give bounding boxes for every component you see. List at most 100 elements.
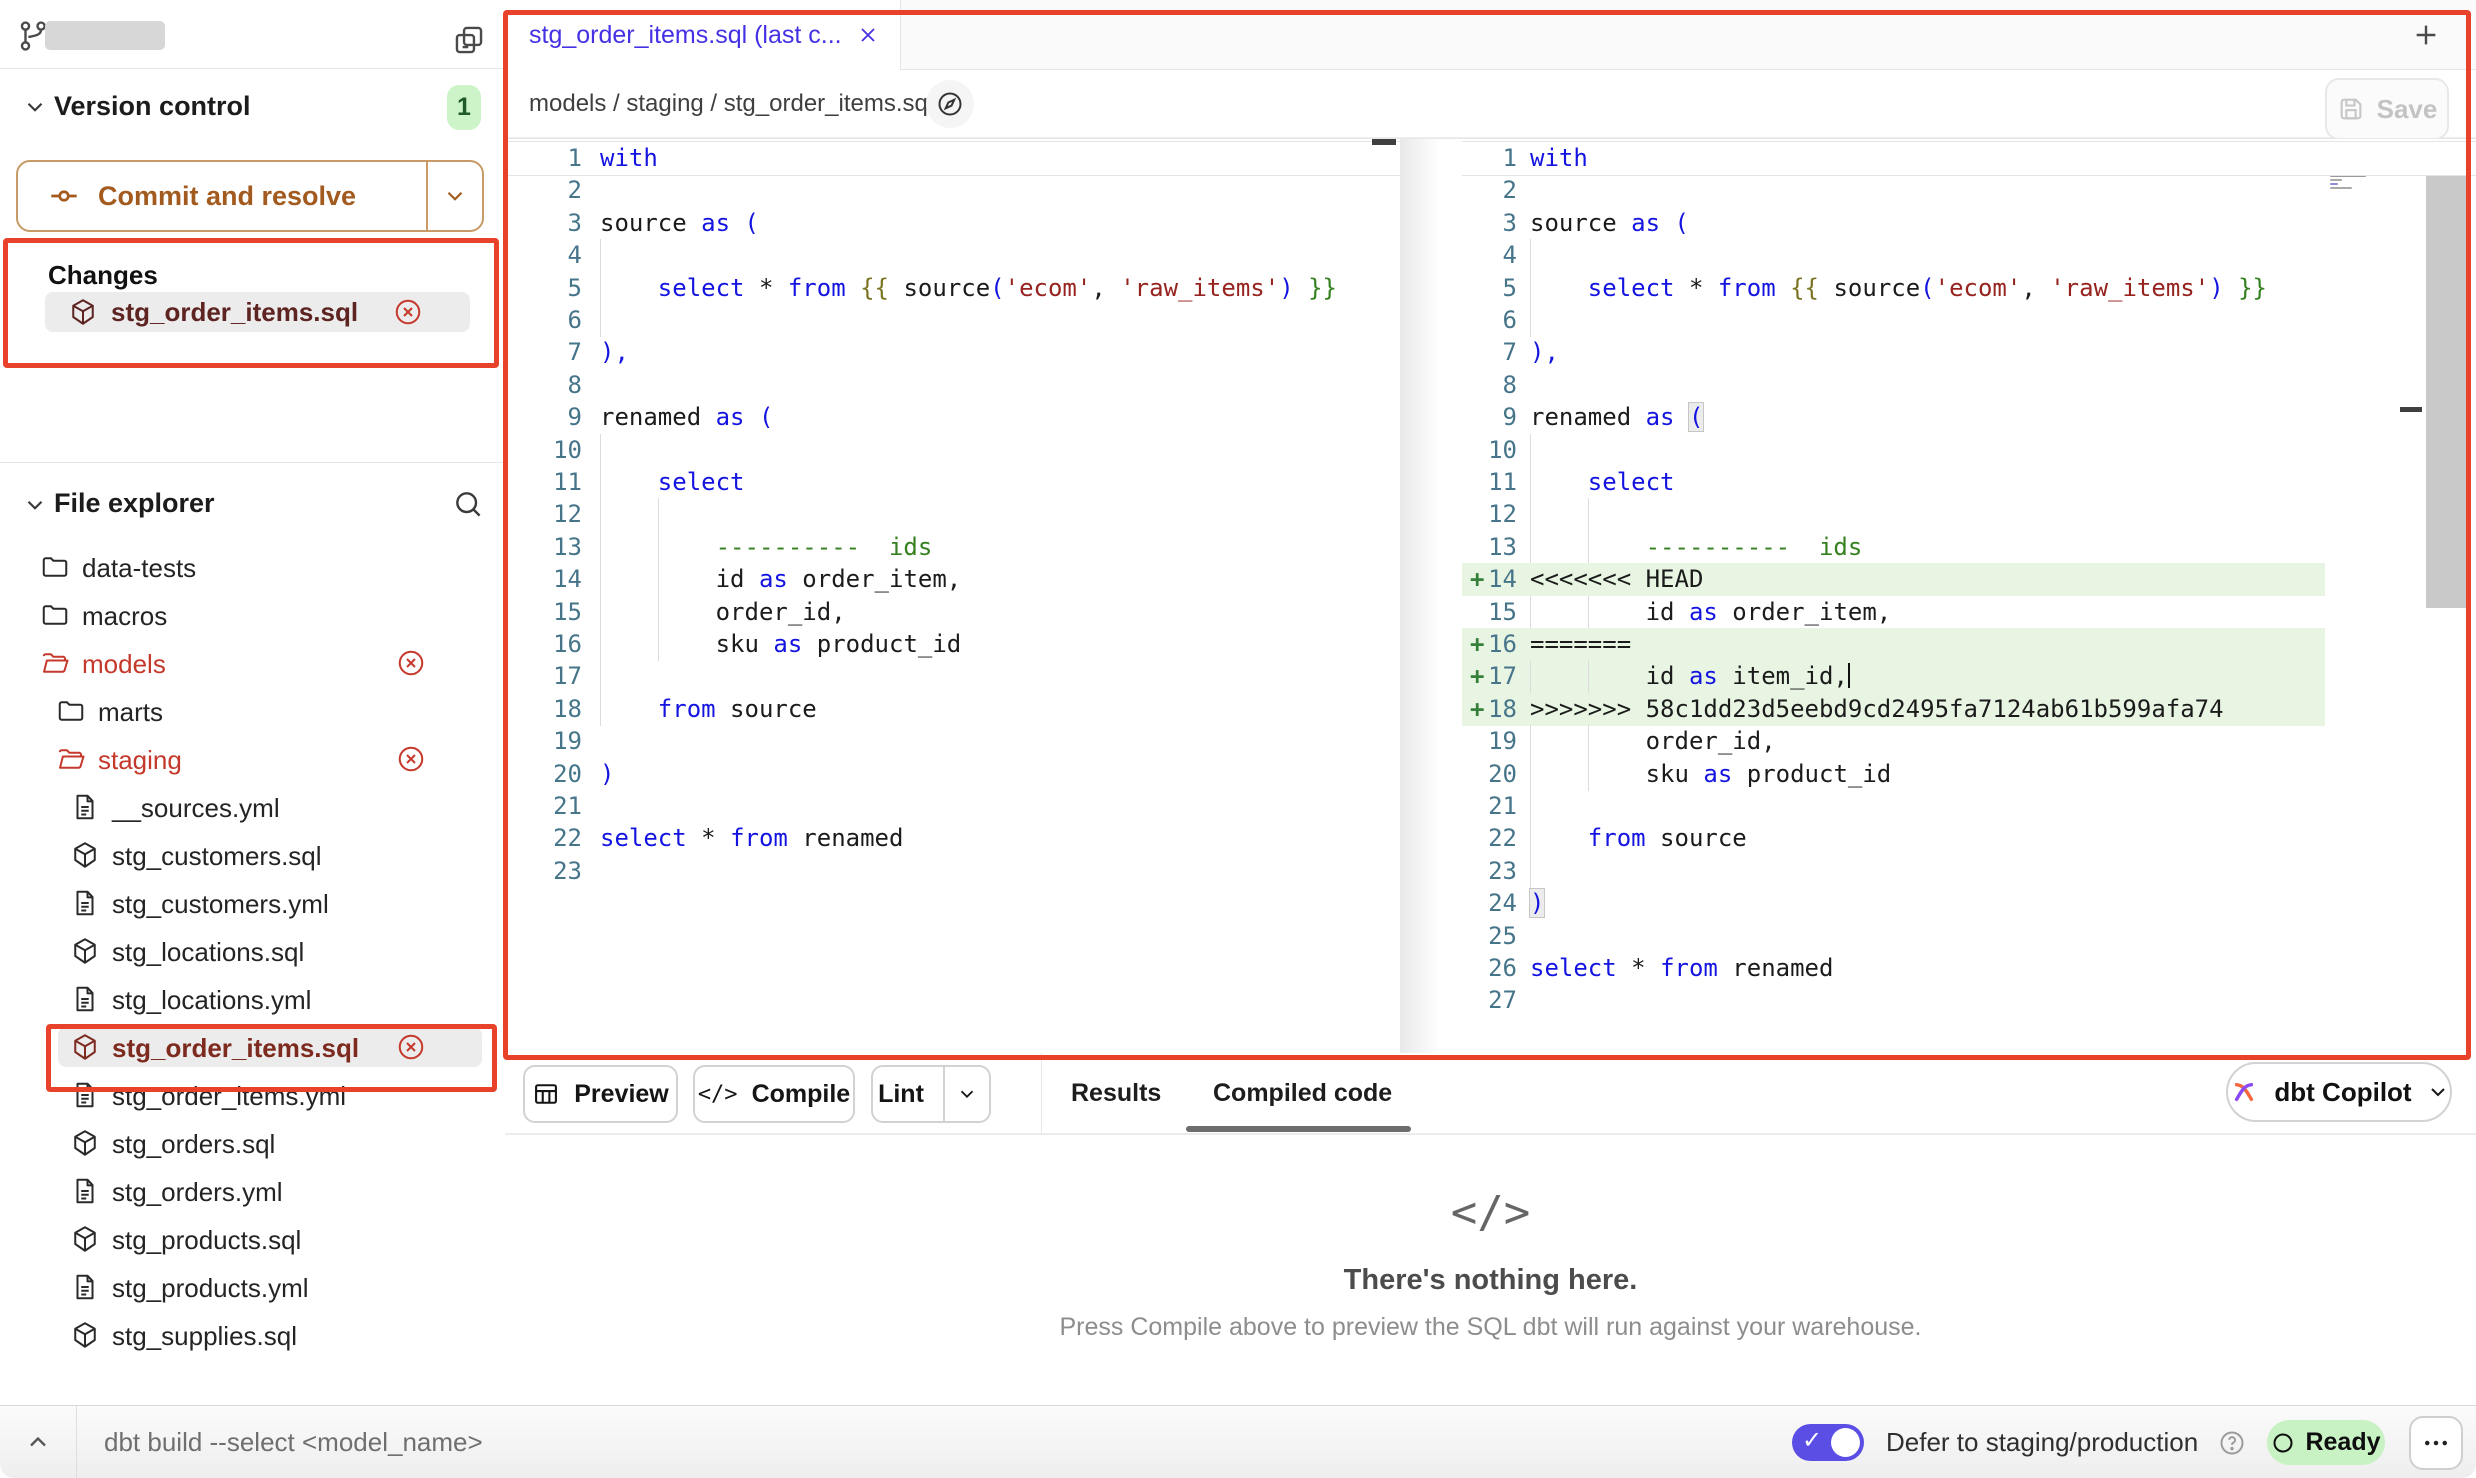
- commit-and-resolve-button[interactable]: Commit and resolve: [16, 160, 484, 232]
- file-item-stg_customers.yml[interactable]: stg_customers.yml: [0, 879, 505, 927]
- code-line-5[interactable]: 5 select * from {{ source('ecom', 'raw_i…: [505, 272, 1400, 305]
- code-line-12[interactable]: 12: [505, 498, 1400, 531]
- tab-close-icon[interactable]: [856, 23, 880, 47]
- code-line-7[interactable]: 7),: [1462, 336, 2476, 369]
- copy-icon[interactable]: [452, 23, 486, 57]
- code-line-8[interactable]: 8: [1462, 369, 2476, 402]
- lint-options-caret[interactable]: [943, 1067, 989, 1121]
- code-line-10[interactable]: 10: [505, 434, 1400, 467]
- file-item-stg_orders.sql[interactable]: stg_orders.sql: [0, 1119, 505, 1167]
- save-button[interactable]: Save: [2325, 78, 2449, 140]
- commit-options-caret[interactable]: [426, 162, 482, 230]
- file-item-data-tests[interactable]: data-tests: [0, 543, 505, 591]
- code-line-22[interactable]: 22 from source: [1462, 822, 2476, 855]
- code-line-15[interactable]: 15 id as order_item,: [1462, 596, 2476, 629]
- discard-change-icon[interactable]: [396, 744, 426, 774]
- discard-change-icon[interactable]: [396, 1032, 426, 1062]
- code-line-3[interactable]: 3source as (: [505, 207, 1400, 240]
- tab-compiled-code[interactable]: Compiled code: [1213, 1053, 1392, 1133]
- lineage-compass-icon[interactable]: [926, 80, 974, 128]
- code-line-20[interactable]: 20 sku as product_id: [1462, 758, 2476, 791]
- code-line-7[interactable]: 7),: [505, 336, 1400, 369]
- discard-change-icon[interactable]: [393, 297, 423, 327]
- file-item-models[interactable]: models: [0, 639, 505, 687]
- code-line-12[interactable]: 12: [1462, 498, 2476, 531]
- code-line-22[interactable]: 22select * from renamed: [505, 822, 1400, 855]
- commit-and-resolve-main[interactable]: Commit and resolve: [18, 162, 426, 230]
- more-options-button[interactable]: [2409, 1416, 2463, 1470]
- code-line-8[interactable]: 8: [505, 369, 1400, 402]
- code-line-27[interactable]: 27: [1462, 984, 2476, 1017]
- tab-stg-order-items[interactable]: stg_order_items.sql (last c...: [505, 0, 901, 70]
- file-item-stg_supplies.sql[interactable]: stg_supplies.sql: [0, 1311, 505, 1359]
- code-line-14[interactable]: +14<<<<<<< HEAD: [1462, 563, 2476, 596]
- code-line-2[interactable]: 2: [1462, 174, 2476, 207]
- code-line-18[interactable]: 18 from source: [505, 693, 1400, 726]
- code-line-3[interactable]: 3source as (: [1462, 207, 2476, 240]
- code-line-26[interactable]: 26select * from renamed: [1462, 952, 2476, 985]
- code-line-15[interactable]: 15 order_id,: [505, 596, 1400, 629]
- code-line-9[interactable]: 9renamed as (: [1462, 401, 2476, 434]
- new-tab-icon[interactable]: [2410, 19, 2442, 51]
- file-item-stg_locations.yml[interactable]: stg_locations.yml: [0, 975, 505, 1023]
- code-line-21[interactable]: 21: [505, 790, 1400, 823]
- file-item-stg_customers.sql[interactable]: stg_customers.sql: [0, 831, 505, 879]
- code-line-13[interactable]: 13 ---------- ids: [1462, 531, 2476, 564]
- code-line-20[interactable]: 20): [505, 758, 1400, 791]
- code-line-11[interactable]: 11 select: [1462, 466, 2476, 499]
- help-icon[interactable]: [2218, 1429, 2246, 1457]
- code-line-19[interactable]: 19 order_id,: [1462, 725, 2476, 758]
- editor-pane-current[interactable]: 1with23source as (45 select * from {{ so…: [1462, 141, 2476, 1053]
- code-line-23[interactable]: 23: [505, 855, 1400, 888]
- code-line-1[interactable]: 1with: [505, 142, 1400, 175]
- lint-button[interactable]: Lint: [871, 1065, 991, 1123]
- chevron-down-icon[interactable]: [22, 492, 48, 518]
- file-item-stg_products.yml[interactable]: stg_products.yml: [0, 1263, 505, 1311]
- code-line-21[interactable]: 21: [1462, 790, 2476, 823]
- chevron-up-icon[interactable]: [24, 1428, 52, 1456]
- code-line-23[interactable]: 23: [1462, 855, 2476, 888]
- editor-pane-original[interactable]: 1with23source as (45 select * from {{ so…: [505, 141, 1400, 1053]
- code-line-16[interactable]: +16=======: [1462, 628, 2476, 661]
- breadcrumb[interactable]: models / staging / stg_order_items.sql: [529, 90, 933, 118]
- file-item-stg_orders.yml[interactable]: stg_orders.yml: [0, 1167, 505, 1215]
- discard-change-icon[interactable]: [396, 648, 426, 678]
- code-line-16[interactable]: 16 sku as product_id: [505, 628, 1400, 661]
- code-line-14[interactable]: 14 id as order_item,: [505, 563, 1400, 596]
- file-item-stg_products.sql[interactable]: stg_products.sql: [0, 1215, 505, 1263]
- code-line-10[interactable]: 10: [1462, 434, 2476, 467]
- code-line-4[interactable]: 4: [1462, 239, 2476, 272]
- code-line-13[interactable]: 13 ---------- ids: [505, 531, 1400, 564]
- scrollbar-thumb-left[interactable]: [1372, 139, 1396, 145]
- command-input[interactable]: dbt build --select <model_name>: [104, 1406, 483, 1478]
- code-line-24[interactable]: 24): [1462, 887, 2476, 920]
- code-line-25[interactable]: 25: [1462, 920, 2476, 953]
- file-item-stg_locations.sql[interactable]: stg_locations.sql: [0, 927, 505, 975]
- code-line-1[interactable]: 1with: [1462, 142, 2476, 175]
- defer-toggle[interactable]: ✓: [1792, 1424, 1864, 1461]
- code-line-4[interactable]: 4: [505, 239, 1400, 272]
- code-line-2[interactable]: 2: [505, 174, 1400, 207]
- file-item-stg_order_items.yml[interactable]: stg_order_items.yml: [0, 1071, 505, 1119]
- code-line-18[interactable]: +18>>>>>>> 58c1dd23d5eebd9cd2495fa7124ab…: [1462, 693, 2476, 726]
- code-line-9[interactable]: 9renamed as (: [505, 401, 1400, 434]
- code-line-17[interactable]: 17: [505, 660, 1400, 693]
- search-icon[interactable]: [452, 488, 484, 520]
- file-item-stg_order_items.sql[interactable]: stg_order_items.sql: [0, 1023, 505, 1071]
- code-line-5[interactable]: 5 select * from {{ source('ecom', 'raw_i…: [1462, 272, 2476, 305]
- file-item-marts[interactable]: marts: [0, 687, 505, 735]
- chevron-down-icon[interactable]: [22, 94, 48, 120]
- dbt-copilot-button[interactable]: dbt Copilot: [2226, 1062, 2452, 1122]
- file-item-macros[interactable]: macros: [0, 591, 505, 639]
- changed-file-row[interactable]: stg_order_items.sql: [45, 292, 470, 332]
- tab-results[interactable]: Results: [1071, 1053, 1161, 1133]
- code-line-17[interactable]: +17 id as item_id,: [1462, 660, 2476, 693]
- file-item-__sources.yml[interactable]: __sources.yml: [0, 783, 505, 831]
- status-badge-ready[interactable]: Ready: [2267, 1420, 2385, 1465]
- preview-button[interactable]: Preview: [523, 1065, 678, 1123]
- code-line-19[interactable]: 19: [505, 725, 1400, 758]
- code-line-11[interactable]: 11 select: [505, 466, 1400, 499]
- code-line-6[interactable]: 6: [1462, 304, 2476, 337]
- file-item-staging[interactable]: staging: [0, 735, 505, 783]
- code-line-6[interactable]: 6: [505, 304, 1400, 337]
